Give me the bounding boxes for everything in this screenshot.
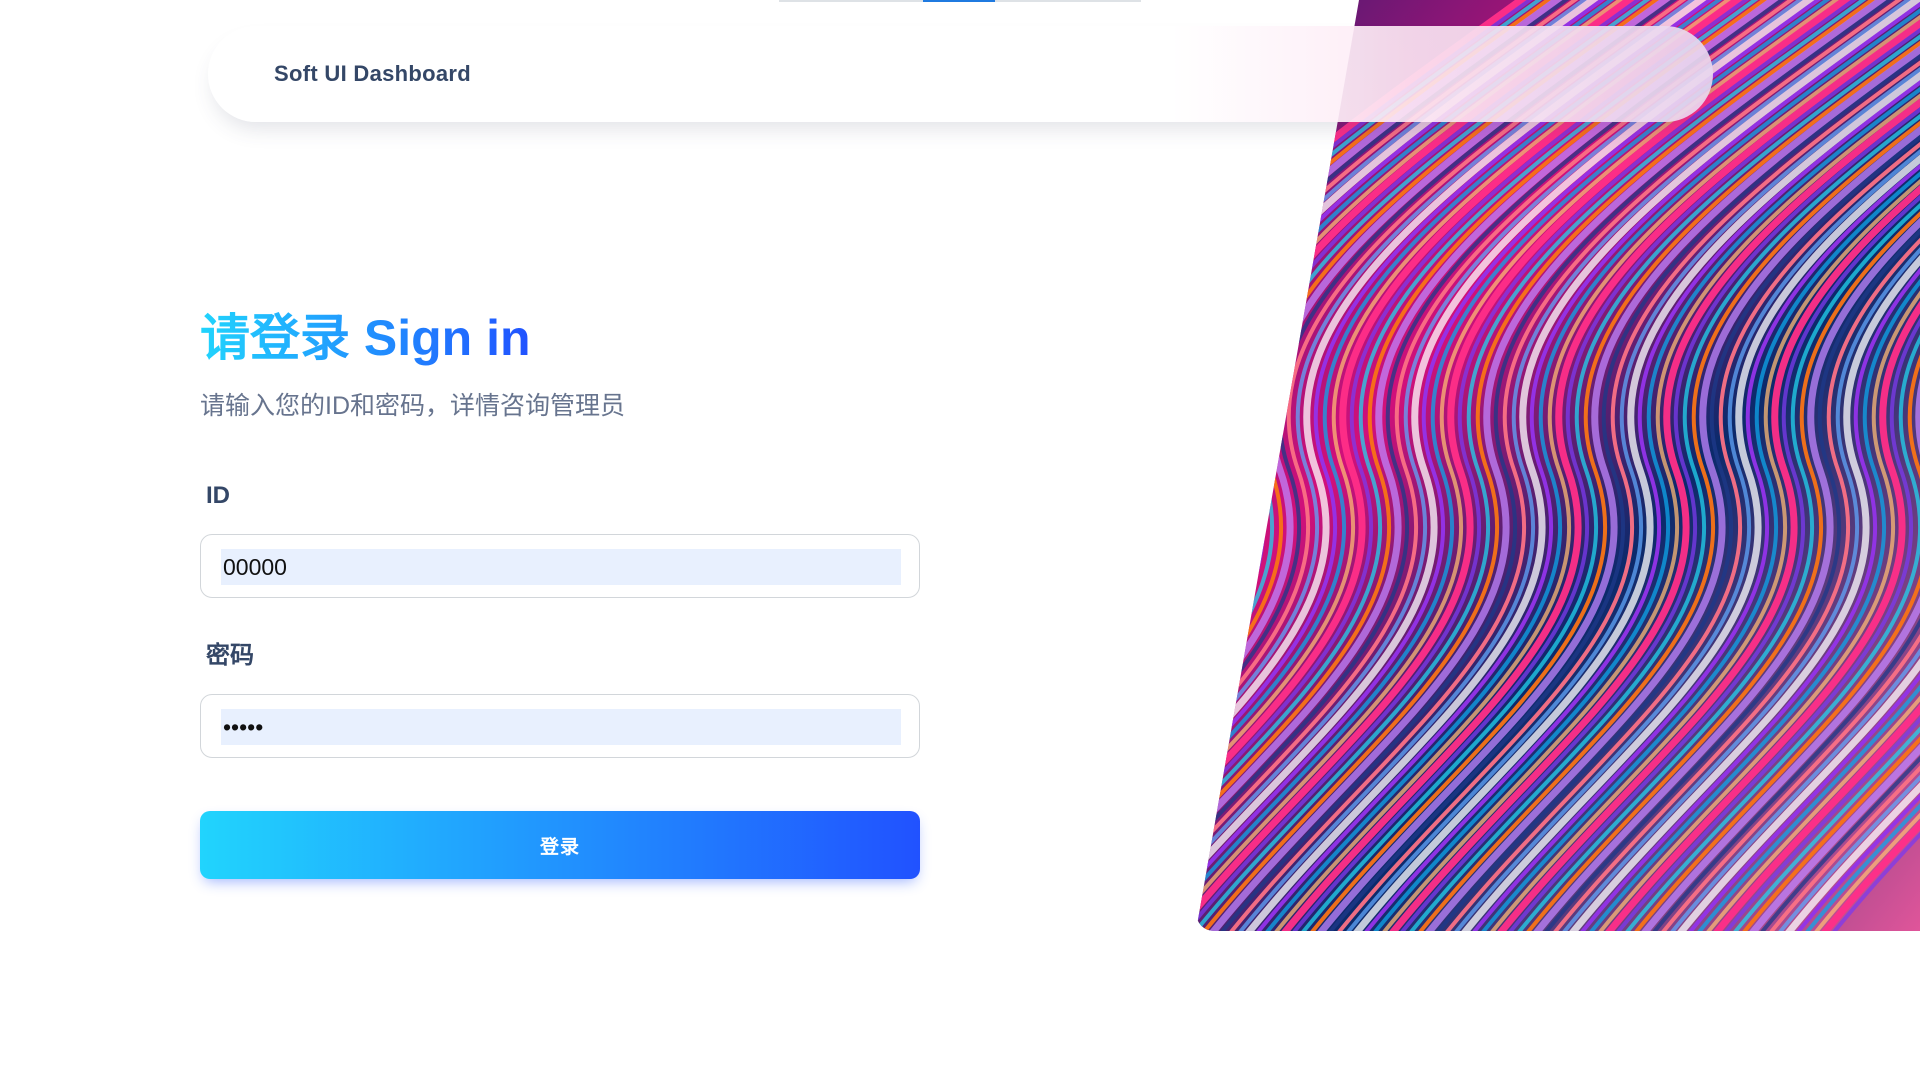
id-label: ID xyxy=(206,482,230,509)
id-field-wrapper xyxy=(200,534,920,598)
page-title: 请登录 Sign in xyxy=(200,302,531,374)
page-subtitle: 请输入您的ID和密码，详情咨询管理员 xyxy=(200,392,626,420)
page-progress-fill xyxy=(923,0,996,2)
brand-logo[interactable]: Soft UI Dashboard xyxy=(274,26,471,122)
page-progress-bar xyxy=(779,0,1141,2)
sign-in-button[interactable]: 登录 xyxy=(200,811,920,879)
password-label: 密码 xyxy=(206,642,254,669)
password-field-wrapper xyxy=(200,694,920,758)
navbar: Soft UI Dashboard xyxy=(208,26,1713,122)
id-input[interactable] xyxy=(221,549,901,585)
password-input[interactable] xyxy=(221,709,901,745)
abstract-waves-image xyxy=(1196,0,1920,931)
